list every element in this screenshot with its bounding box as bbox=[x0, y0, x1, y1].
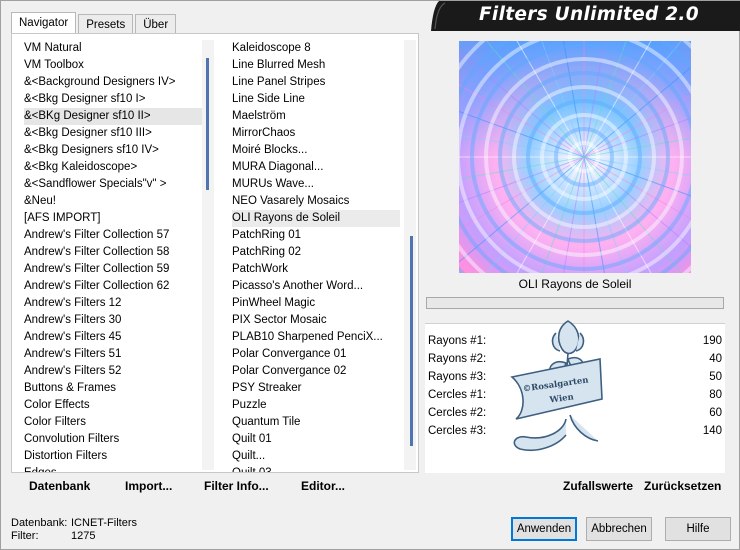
db-value: ICNET-Filters bbox=[71, 517, 137, 529]
filter-item[interactable]: MURA Diagonal... bbox=[232, 159, 400, 176]
param-value[interactable]: 80 bbox=[709, 386, 722, 404]
param-label: Rayons #1: bbox=[428, 335, 487, 347]
category-item[interactable]: Buttons & Frames bbox=[24, 380, 204, 397]
param-label: Rayons #3: bbox=[428, 371, 487, 383]
param-value[interactable]: 40 bbox=[709, 350, 722, 368]
category-item[interactable]: &<Bkg Kaleidoscope> bbox=[24, 159, 204, 176]
category-item[interactable]: Color Effects bbox=[24, 397, 204, 414]
tab-bar: Navigator Presets Über bbox=[11, 12, 178, 35]
category-item[interactable]: Andrew's Filters 45 bbox=[24, 329, 204, 346]
category-item[interactable]: &Neu! bbox=[24, 193, 204, 210]
param-value[interactable]: 140 bbox=[703, 422, 722, 440]
category-item[interactable]: &<Bkg Designers sf10 IV> bbox=[24, 142, 204, 159]
filter-preview-image bbox=[459, 41, 691, 273]
param-label: Rayons #2: bbox=[428, 353, 487, 365]
filter-item[interactable]: PSY Streaker bbox=[232, 380, 400, 397]
cancel-button[interactable]: Abbrechen bbox=[586, 517, 652, 541]
datenbank-link[interactable]: Datenbank bbox=[29, 479, 90, 493]
param-label: Cercles #2: bbox=[428, 407, 487, 419]
navigator-panel: VM Natural VM Toolbox &<Background Designe… bbox=[11, 33, 419, 473]
filter-item[interactable]: PatchRing 02 bbox=[232, 244, 400, 261]
category-item[interactable]: Andrew's Filter Collection 58 bbox=[24, 244, 204, 261]
rosalgarten-watermark: ©Rosalgarten Wien bbox=[510, 320, 603, 451]
filter-item[interactable]: Puzzle bbox=[232, 397, 400, 414]
category-item[interactable]: Andrew's Filter Collection 59 bbox=[24, 261, 204, 278]
tab-presets[interactable]: Presets bbox=[78, 14, 134, 35]
status-area: Datenbank: ICNET-Filters Filter: 1275 bbox=[11, 517, 137, 543]
filter-item[interactable]: Maelström bbox=[232, 108, 400, 125]
category-item[interactable]: &<BKg Designer sf10 II> bbox=[24, 108, 204, 125]
filter-item[interactable]: PLAB10 Sharpened PenciX... bbox=[232, 329, 400, 346]
filter-item[interactable]: PatchRing 01 bbox=[232, 227, 400, 244]
category-item[interactable]: &<Bkg Designer sf10 III> bbox=[24, 125, 204, 142]
category-item[interactable]: Convolution Filters bbox=[24, 431, 204, 448]
category-item[interactable]: Andrew's Filters 52 bbox=[24, 363, 204, 380]
category-item[interactable]: Andrew's Filter Collection 62 bbox=[24, 278, 204, 295]
filter-item[interactable]: NEO Vasarely Mosaics bbox=[232, 193, 400, 210]
filter-item[interactable]: Picasso's Another Word... bbox=[232, 278, 400, 295]
param-label: Cercles #1: bbox=[428, 389, 487, 401]
apply-button[interactable]: Anwenden bbox=[511, 517, 577, 541]
filter-list[interactable]: Kaleidoscope 8 Line Blurred Mesh Line Pane… bbox=[232, 40, 400, 472]
category-item[interactable]: Andrew's Filter Collection 57 bbox=[24, 227, 204, 244]
help-button[interactable]: Hilfe bbox=[665, 517, 731, 541]
filter-item[interactable]: Quilt... bbox=[232, 448, 400, 465]
filter-item[interactable]: Line Panel Stripes bbox=[232, 74, 400, 91]
category-item[interactable]: VM Natural bbox=[24, 40, 204, 57]
preview-progress-bar bbox=[426, 297, 724, 309]
filter-item[interactable]: Polar Convergance 01 bbox=[232, 346, 400, 363]
tab-uber[interactable]: Über bbox=[135, 14, 177, 35]
filter-count-value: 1275 bbox=[71, 530, 96, 542]
editor-link[interactable]: Editor... bbox=[301, 479, 345, 493]
category-item[interactable]: Andrew's Filters 12 bbox=[24, 295, 204, 312]
category-item[interactable]: [AFS IMPORT] bbox=[24, 210, 204, 227]
filter-item[interactable]: Line Blurred Mesh bbox=[232, 57, 400, 74]
param-value[interactable]: 50 bbox=[709, 368, 722, 386]
filter-item[interactable]: MURUs Wave... bbox=[232, 176, 400, 193]
param-value[interactable]: 190 bbox=[703, 332, 722, 350]
filter-info-link[interactable]: Filter Info... bbox=[204, 479, 269, 493]
param-value[interactable]: 60 bbox=[709, 404, 722, 422]
category-item[interactable]: Color Filters bbox=[24, 414, 204, 431]
category-item[interactable]: &<Bkg Designer sf10 I> bbox=[24, 91, 204, 108]
filter-item[interactable]: PIX Sector Mosaic bbox=[232, 312, 400, 329]
category-scrollbar-thumb[interactable] bbox=[206, 58, 209, 190]
category-list[interactable]: VM Natural VM Toolbox &<Background Designe… bbox=[24, 40, 204, 472]
random-values-link[interactable]: Zufallswerte bbox=[563, 479, 633, 493]
filter-count-label: Filter: bbox=[11, 530, 39, 542]
filter-item[interactable]: Line Side Line bbox=[232, 91, 400, 108]
app-title: Filters Unlimited 2.0 bbox=[479, 4, 699, 25]
category-item[interactable]: Andrew's Filters 30 bbox=[24, 312, 204, 329]
filter-item[interactable]: Moiré Blocks... bbox=[232, 142, 400, 159]
selected-filter-name: OLI Rayons de Soleil bbox=[518, 277, 632, 291]
filter-item[interactable]: Polar Convergance 02 bbox=[232, 363, 400, 380]
filter-item[interactable]: Kaleidoscope 8 bbox=[232, 40, 400, 57]
import-link[interactable]: Import... bbox=[125, 479, 172, 493]
tab-navigator[interactable]: Navigator bbox=[11, 12, 77, 35]
category-item[interactable]: &<Sandflower Specials"v" > bbox=[24, 176, 204, 193]
filter-item[interactable]: MirrorChaos bbox=[232, 125, 400, 142]
filter-item[interactable]: Quilt 03 bbox=[232, 465, 400, 472]
category-item[interactable]: VM Toolbox bbox=[24, 57, 204, 74]
category-item[interactable]: Andrew's Filters 51 bbox=[24, 346, 204, 363]
filter-item[interactable]: PinWheel Magic bbox=[232, 295, 400, 312]
category-item[interactable]: &<Background Designers IV> bbox=[24, 74, 204, 91]
filter-scrollbar-thumb[interactable] bbox=[410, 236, 413, 446]
filter-item[interactable]: OLI Rayons de Soleil bbox=[232, 210, 400, 227]
category-item[interactable]: Edges bbox=[24, 465, 204, 472]
param-label: Cercles #3: bbox=[428, 425, 487, 437]
filter-item[interactable]: PatchWork bbox=[232, 261, 400, 278]
db-label: Datenbank: bbox=[11, 517, 68, 529]
filter-item[interactable]: Quantum Tile bbox=[232, 414, 400, 431]
category-item[interactable]: Distortion Filters bbox=[24, 448, 204, 465]
filter-item[interactable]: Quilt 01 bbox=[232, 431, 400, 448]
reset-link[interactable]: Zurücksetzen bbox=[644, 479, 721, 493]
filters-unlimited-window: Filters Unlimited 2.0 Navigator Presets … bbox=[0, 0, 740, 550]
